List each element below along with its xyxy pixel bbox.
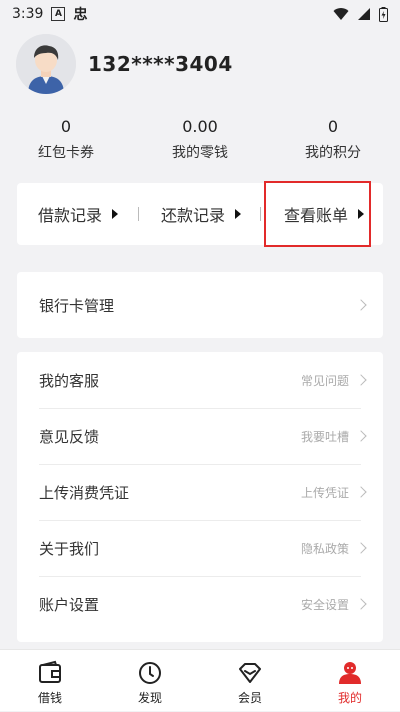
bottom-nav: 借钱 发现 会员 我的	[0, 649, 400, 711]
a-notification-icon: A	[51, 7, 66, 21]
avatar[interactable]	[16, 34, 76, 94]
menu-row-about-us[interactable]: 关于我们 隐私政策	[17, 520, 383, 576]
chevron-right-icon	[355, 299, 367, 311]
nav-tab-discover[interactable]: 发现	[100, 650, 200, 712]
row-label: 账户设置	[39, 595, 100, 614]
nav-label: 借钱	[37, 691, 62, 705]
nav-tab-borrow[interactable]: 借钱	[0, 650, 100, 712]
stat-value: 0	[327, 117, 339, 136]
chevron-right-icon	[355, 430, 367, 442]
stat-points[interactable]: 0 我的积分	[278, 117, 388, 162]
repayment-records-label: 还款记录	[161, 206, 226, 225]
repayment-records-link[interactable]: 还款记录	[161, 183, 242, 245]
status-bar: 3:39 A 忠	[0, 0, 400, 28]
diamond-icon	[239, 663, 261, 683]
phone-number: 132****3404	[88, 52, 233, 76]
stat-label: 我的零钱	[172, 145, 228, 161]
nav-label: 我的	[337, 691, 362, 705]
profile-icon	[339, 662, 361, 684]
stat-coupons[interactable]: 0 红包卡券	[11, 117, 121, 162]
menu-row-customer-service[interactable]: 我的客服 常见问题	[17, 352, 383, 408]
divider	[138, 207, 139, 221]
stat-change[interactable]: 0.00 我的零钱	[145, 117, 255, 162]
chevron-right-icon	[355, 598, 367, 610]
wallet-icon	[39, 660, 61, 683]
row-label: 关于我们	[39, 539, 100, 558]
caret-right-icon	[235, 209, 242, 219]
menu-row-upload-receipt[interactable]: 上传消费凭证 上传凭证	[17, 464, 383, 520]
chevron-right-icon	[355, 374, 367, 386]
row-hint: 安全设置	[300, 597, 349, 612]
row-label: 我的客服	[39, 371, 100, 390]
status-time: 3:39	[12, 6, 44, 22]
view-bill-link[interactable]: 查看账单	[284, 183, 365, 245]
caret-right-icon	[358, 209, 365, 219]
view-bill-label: 查看账单	[284, 206, 349, 225]
stats-row: 0 红包卡券 0.00 我的零钱 0 我的积分	[0, 117, 400, 173]
signal-icon	[358, 8, 370, 20]
row-label: 意见反馈	[39, 427, 100, 446]
menu-section: 我的客服 常见问题 意见反馈 我要吐槽 上传消费凭证 上传凭证 关于我们 隐私政…	[17, 352, 383, 642]
profile-header: 132****3404	[0, 28, 400, 118]
nav-label: 会员	[237, 691, 262, 705]
row-hint: 我要吐槽	[300, 429, 349, 444]
divider	[260, 207, 261, 221]
compass-icon	[139, 662, 161, 684]
row-hint: 常见问题	[300, 373, 349, 388]
row-hint: 上传凭证	[300, 485, 349, 500]
nav-label: 发现	[137, 691, 162, 705]
row-hint: 隐私政策	[300, 541, 349, 556]
bank-card-section: 银行卡管理	[17, 272, 383, 338]
bank-card-management-row[interactable]: 银行卡管理	[17, 272, 383, 338]
records-card: 借款记录 还款记录 查看账单	[17, 183, 383, 245]
stat-value: 0	[60, 117, 72, 136]
stat-label: 我的积分	[305, 145, 361, 161]
caret-right-icon	[112, 209, 119, 219]
user-avatar-icon	[16, 34, 76, 94]
loan-records-label: 借款记录	[38, 206, 103, 225]
chevron-right-icon	[355, 486, 367, 498]
menu-row-account-settings[interactable]: 账户设置 安全设置	[17, 576, 383, 632]
battery-icon	[379, 6, 388, 22]
stat-label: 红包卡券	[38, 145, 94, 161]
nav-tab-mine[interactable]: 我的	[300, 650, 400, 712]
loan-records-link[interactable]: 借款记录	[38, 183, 119, 245]
nav-tab-member[interactable]: 会员	[200, 650, 300, 712]
chevron-right-icon	[355, 542, 367, 554]
wifi-icon	[333, 8, 349, 20]
row-label: 银行卡管理	[39, 296, 115, 315]
stat-value: 0.00	[182, 117, 218, 136]
row-label: 上传消费凭证	[39, 483, 130, 502]
app-notification-icon: 忠	[73, 7, 88, 23]
menu-row-feedback[interactable]: 意见反馈 我要吐槽	[17, 408, 383, 464]
